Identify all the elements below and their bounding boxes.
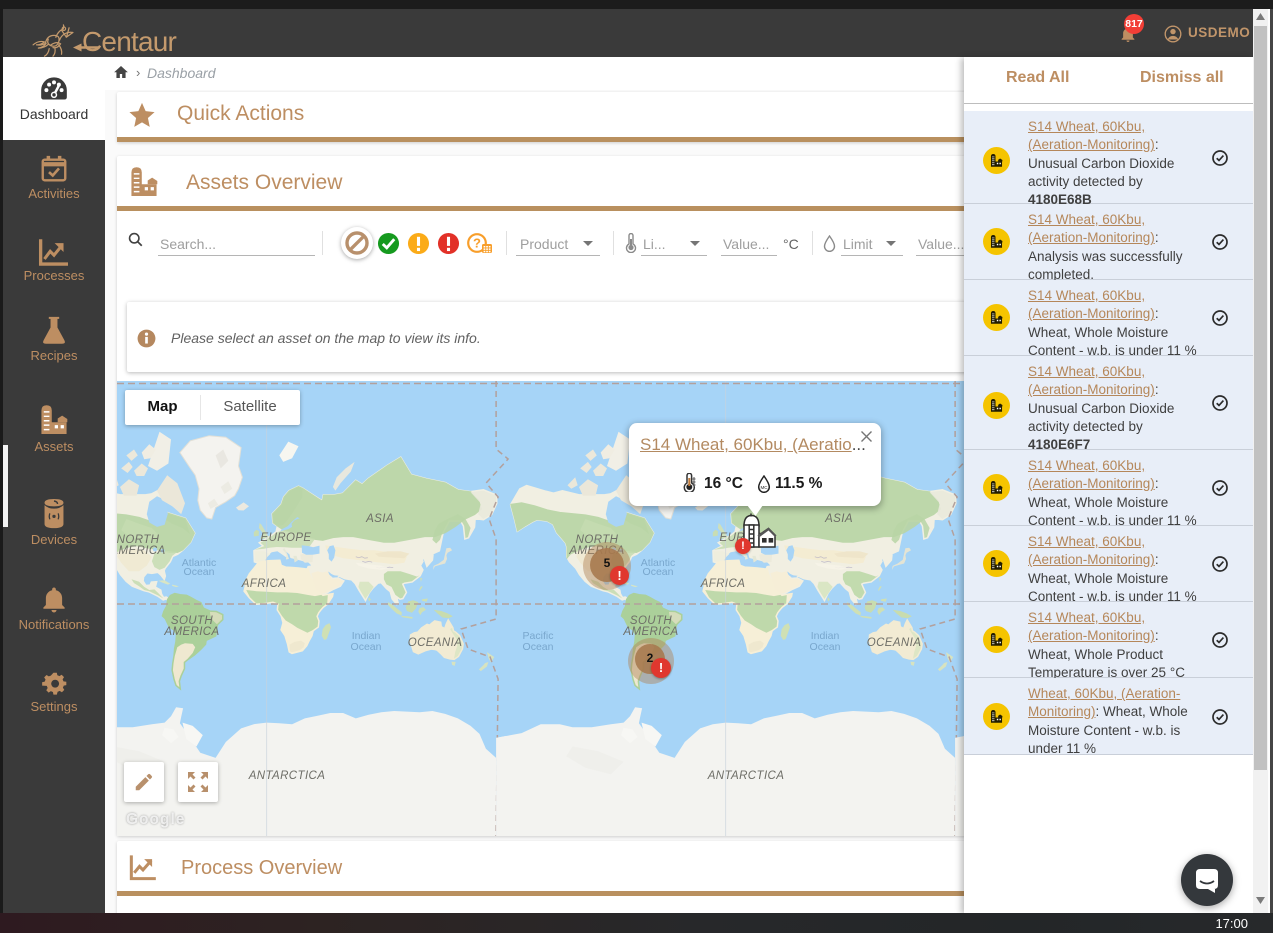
svg-text:?: ? [473,236,481,251]
svg-text:MC: MC [761,485,769,490]
